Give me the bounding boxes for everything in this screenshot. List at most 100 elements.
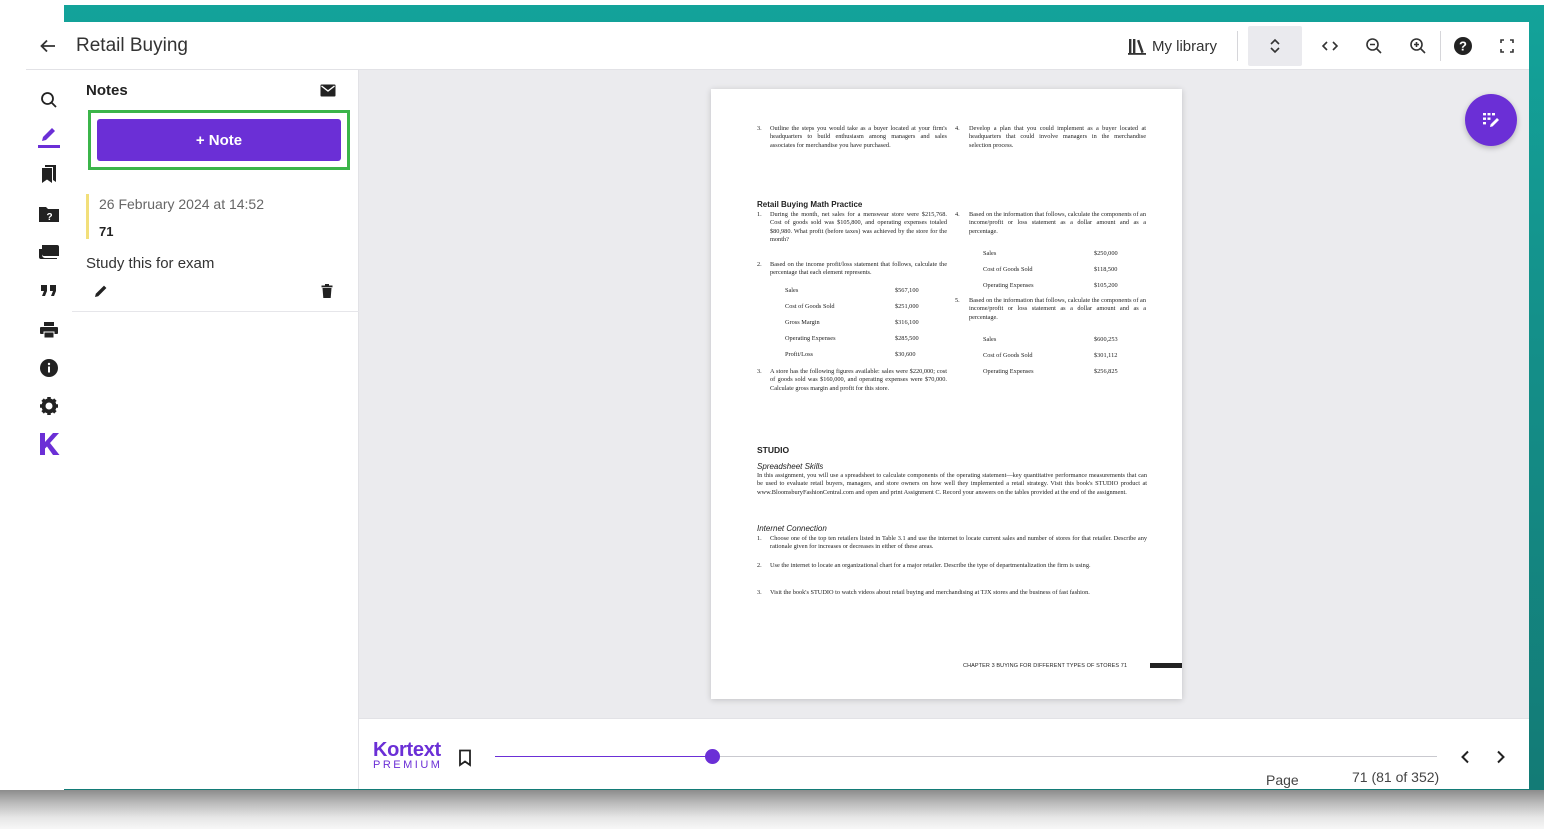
m2-row-value: $285,500: [895, 335, 919, 342]
m4-table: Sales $250,000 Cost of Goods Sold $118,5…: [983, 250, 1143, 290]
rail-print[interactable]: [35, 316, 63, 344]
mail-icon: [320, 84, 336, 97]
settings-icon: [40, 397, 58, 415]
m5-table: Sales $600,253 Cost of Goods Sold $301,1…: [983, 336, 1143, 376]
m2-text: Based on the income profit/loss statemen…: [770, 261, 947, 277]
back-arrow-icon: [40, 39, 55, 52]
library-icon: [1127, 39, 1146, 55]
note-meta: 26 February 2024 at 14:52 71: [86, 194, 346, 239]
top-toolbar: My library ?: [1118, 22, 1529, 70]
edit-note-icon: [1483, 113, 1499, 127]
notes-heading: Notes: [86, 82, 128, 99]
i2-text: Use the internet to locate an organizati…: [770, 562, 1091, 569]
bottom-bar: Kortext PREMIUM Page 71 (81 of 352): [359, 718, 1529, 789]
svg-text:?: ?: [1459, 39, 1467, 54]
m2-row-value: $316,100: [895, 319, 919, 326]
brand-sub: PREMIUM: [373, 759, 443, 771]
m5-row-value: $600,253: [1094, 336, 1118, 343]
spreadsheet-heading: Spreadsheet Skills: [757, 462, 824, 471]
m2-row-label: Cost of Goods Sold: [785, 303, 835, 310]
page-footer: CHAPTER 3 BUYING FOR DIFFERENT TYPES OF …: [963, 663, 1128, 669]
note-text: Study this for exam: [86, 255, 215, 272]
bookmark-page-button[interactable]: [458, 749, 472, 772]
page-label: Page: [1266, 772, 1299, 788]
top-bar: Retail Buying My library ?: [26, 22, 1529, 70]
zoom-out-button[interactable]: [1352, 22, 1396, 70]
zoom-in-icon: [1410, 38, 1426, 54]
add-note-highlight: + Note: [88, 110, 350, 170]
book-title: Retail Buying: [76, 34, 188, 56]
i2-number: 2.: [757, 562, 762, 569]
zoom-out-icon: [1366, 38, 1382, 54]
m2-row-value: $251,000: [895, 303, 919, 310]
q3-text: Outline the steps you would take as a bu…: [770, 125, 947, 149]
page-indicator: 71 (81 of 352): [1352, 769, 1440, 785]
note-item[interactable]: 26 February 2024 at 14:52 71 Study this …: [86, 194, 346, 308]
previous-page-button[interactable]: [1453, 745, 1477, 769]
notes-panel: Notes + Note 26 February 2024 at 14:52 7…: [72, 70, 359, 789]
flashcards-icon: [39, 245, 59, 259]
rail-bookmarks[interactable]: [35, 160, 63, 188]
page-slider[interactable]: [495, 749, 1437, 764]
rail-kortext[interactable]: [35, 430, 63, 458]
m5-number: 5.: [955, 297, 960, 304]
rail-info[interactable]: [35, 354, 63, 382]
note-date: 26 February 2024 at 14:52: [99, 196, 265, 212]
book-page: 3. Outline the steps you would take as a…: [711, 89, 1182, 699]
kortext-premium-logo: Kortext PREMIUM: [373, 739, 443, 771]
help-button[interactable]: ?: [1441, 22, 1485, 70]
rail-settings[interactable]: [35, 392, 63, 420]
delete-note-button[interactable]: [321, 284, 333, 303]
note-page: 71: [99, 224, 114, 239]
spreadsheet-text: In this assignment, you will use a sprea…: [757, 472, 1147, 496]
folder-question-icon: ?: [39, 207, 59, 223]
vertical-scroll-button[interactable]: [1248, 26, 1302, 66]
footer-bar: [1150, 663, 1182, 668]
email-notes-button[interactable]: [320, 84, 336, 102]
zoom-in-button[interactable]: [1396, 22, 1440, 70]
info-icon: [40, 359, 58, 377]
bottom-shadow: [0, 790, 1544, 829]
m4-row-label: Operating Expenses: [983, 282, 1034, 289]
math-heading: Retail Buying Math Practice: [757, 200, 863, 209]
tool-rail: ?: [26, 70, 72, 789]
m5-text: Based on the information that follows, c…: [969, 297, 1146, 321]
q4-number: 4.: [955, 125, 960, 132]
annotate-fab-button[interactable]: [1465, 94, 1517, 146]
i1-number: 1.: [757, 535, 762, 542]
next-page-button[interactable]: [1489, 745, 1513, 769]
scroll-vertical-icon: [1270, 38, 1280, 54]
my-library-button[interactable]: My library: [1118, 37, 1237, 55]
note-divider: [72, 311, 359, 312]
m4-number: 4.: [955, 211, 960, 218]
horizontal-scroll-button[interactable]: [1308, 22, 1352, 70]
rail-search[interactable]: [35, 86, 63, 114]
reader-app: Retail Buying My library ? ? Notes + Not…: [26, 22, 1529, 789]
add-note-button[interactable]: + Note: [97, 119, 341, 161]
m4-row-value: $118,500: [1094, 266, 1118, 273]
quote-icon: [41, 285, 56, 296]
m5-row-label: Sales: [983, 336, 997, 343]
internet-heading: Internet Connection: [757, 524, 827, 533]
fullscreen-button[interactable]: [1485, 22, 1529, 70]
m2-row-label: Operating Expenses: [785, 335, 836, 342]
rail-notes[interactable]: [35, 122, 63, 150]
q3-number: 3.: [757, 125, 762, 132]
rail-questions[interactable]: ?: [35, 200, 63, 228]
svg-text:?: ?: [46, 212, 52, 223]
rail-flashcards[interactable]: [35, 238, 63, 266]
code-arrows-icon: [1321, 41, 1339, 51]
back-button[interactable]: [28, 22, 68, 70]
edit-note-button[interactable]: [94, 284, 108, 303]
notes-pen-icon: [42, 128, 55, 141]
i3-number: 3.: [757, 589, 762, 596]
slider-thumb[interactable]: [704, 749, 720, 764]
m2-row-label: Sales: [785, 287, 799, 294]
rail-quotes[interactable]: [35, 276, 63, 304]
trash-icon: [321, 284, 333, 298]
m4-row-label: Cost of Goods Sold: [983, 266, 1033, 273]
i1-text: Choose one of the top ten retailers list…: [770, 535, 1147, 551]
brand-name: Kortext: [373, 739, 441, 761]
m4-text: Based on the information that follows, c…: [969, 211, 1146, 235]
toolbar-divider: [1237, 31, 1238, 61]
